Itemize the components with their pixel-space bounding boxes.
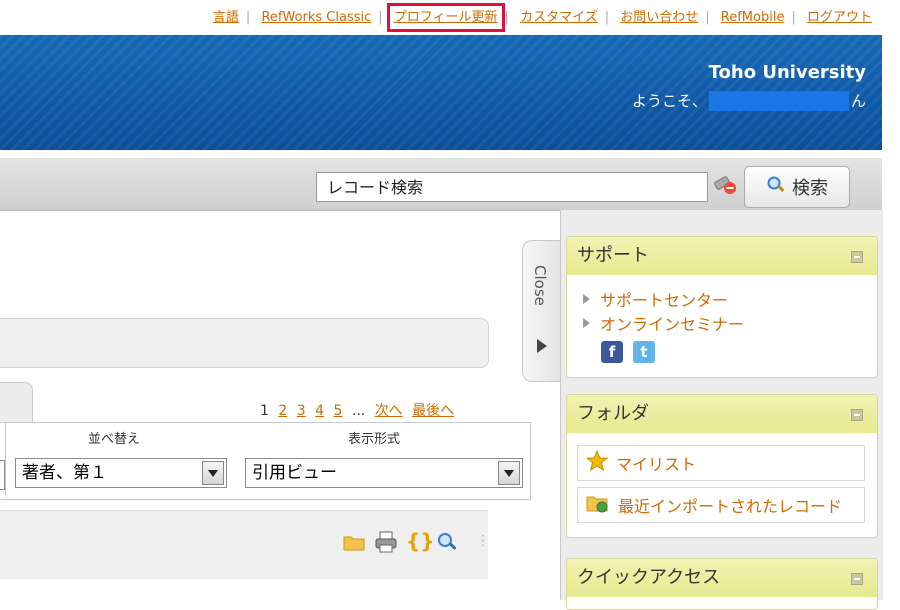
institution-name: Toho University xyxy=(708,62,866,83)
welcome-message: ようこそ、 ん xyxy=(632,90,866,111)
separator: | xyxy=(604,10,610,25)
refmobile-link[interactable]: RefMobile xyxy=(721,10,785,25)
social-links: f t xyxy=(601,341,877,363)
customize-link[interactable]: カスタマイズ xyxy=(520,10,598,25)
separator: | xyxy=(791,10,796,25)
view-label: 表示形式 xyxy=(348,432,401,447)
support-item-label: サポートセンター xyxy=(600,291,729,310)
partial-control[interactable] xyxy=(0,460,5,490)
online-seminar-link[interactable]: オンラインセミナー xyxy=(583,311,877,335)
page-link[interactable]: 2 xyxy=(278,403,287,419)
search-input[interactable]: レコード検索 xyxy=(316,172,708,202)
search-button[interactable]: 検索 xyxy=(744,166,850,208)
profile-update-link[interactable]: プロフィール更新 xyxy=(386,3,505,32)
current-page: 1 xyxy=(260,403,269,419)
separator: | xyxy=(378,10,383,25)
logout-link[interactable]: ログアウト xyxy=(807,10,872,25)
support-panel-title: サポート xyxy=(577,245,649,266)
refworks-classic-link[interactable]: RefWorks Classic xyxy=(261,10,371,25)
minimize-icon[interactable] xyxy=(851,409,863,421)
print-icon[interactable] xyxy=(374,531,398,553)
separator: | xyxy=(245,10,251,25)
minimize-icon[interactable] xyxy=(851,573,863,585)
my-list-item[interactable]: マイリスト xyxy=(577,445,865,481)
next-page-link[interactable]: 次へ xyxy=(375,403,403,419)
dropdown-arrow-icon[interactable] xyxy=(202,461,224,485)
separator: | xyxy=(705,10,710,25)
view-select[interactable]: 引用ビュー xyxy=(245,458,523,488)
last-page-link[interactable]: 最後へ xyxy=(412,403,454,419)
page-link[interactable]: 4 xyxy=(315,403,324,419)
folder-panel-title: フォルダ xyxy=(577,403,649,424)
star-icon xyxy=(585,449,609,476)
code-braces-icon[interactable]: {} xyxy=(406,529,434,553)
magnifier-icon xyxy=(766,175,786,200)
magnifier-icon[interactable] xyxy=(436,531,458,553)
quick-access-panel: クイックアクセス xyxy=(566,558,878,610)
pager-ellipsis: ... xyxy=(351,403,366,419)
quick-access-panel-header: クイックアクセス xyxy=(567,559,877,597)
welcome-prefix: ようこそ、 xyxy=(631,92,707,110)
info-strip xyxy=(0,318,489,368)
view-value: 引用ビュー xyxy=(252,463,337,483)
page-link[interactable]: 3 xyxy=(297,403,306,419)
sort-value: 著者、第１ xyxy=(22,463,107,483)
drag-handle-icon[interactable]: ⋮ xyxy=(476,533,490,549)
welcome-suffix: ん xyxy=(850,92,866,110)
close-label: Close xyxy=(531,265,549,306)
recent-imports-item[interactable]: 最近インポートされたレコード xyxy=(577,487,865,523)
folder-icon[interactable] xyxy=(343,533,365,551)
sort-select[interactable]: 著者、第１ xyxy=(15,458,227,488)
redacted-username xyxy=(708,90,849,111)
folder-panel: フォルダ マイリスト 最近インポートされたレコード xyxy=(566,394,878,538)
folder-item-label: 最近インポートされたレコード xyxy=(618,497,843,516)
dropdown-arrow-icon[interactable] xyxy=(498,461,520,485)
pagination: 1 2 3 4 5 ... 次へ 最後へ xyxy=(260,400,454,420)
top-links: 言語 | RefWorks Classic | プロフィール更新 | カスタマイズ | … xyxy=(213,3,872,32)
folder-panel-header: フォルダ xyxy=(567,395,877,433)
support-panel: サポート サポートセンター オンラインセミナー f t xyxy=(566,236,878,378)
support-center-link[interactable]: サポートセンター xyxy=(583,287,877,311)
language-link[interactable]: 言語 xyxy=(213,10,239,25)
import-folder-icon xyxy=(586,492,610,518)
support-panel-header: サポート xyxy=(567,237,877,275)
divider xyxy=(5,423,6,497)
twitter-icon[interactable]: t xyxy=(633,341,655,363)
bullet-triangle-icon xyxy=(583,318,590,328)
folder-item-label: マイリスト xyxy=(616,455,697,474)
contact-link[interactable]: お問い合わせ xyxy=(620,10,698,25)
support-item-label: オンラインセミナー xyxy=(600,315,745,334)
minimize-icon[interactable] xyxy=(851,251,863,263)
search-button-label: 検索 xyxy=(792,178,828,199)
clear-search-icon[interactable] xyxy=(712,176,738,196)
close-panel-tab[interactable]: Close xyxy=(522,240,561,382)
separator: | xyxy=(504,10,509,25)
bullet-triangle-icon xyxy=(583,294,590,304)
page-link[interactable]: 5 xyxy=(334,403,343,419)
sort-label: 並べ替え xyxy=(88,432,141,447)
quick-access-panel-title: クイックアクセス xyxy=(577,567,721,588)
facebook-icon[interactable]: f xyxy=(601,341,623,363)
results-toolbar: {} ⋮ xyxy=(0,510,490,579)
results-tab[interactable] xyxy=(0,382,33,423)
arrow-right-icon xyxy=(537,339,547,353)
